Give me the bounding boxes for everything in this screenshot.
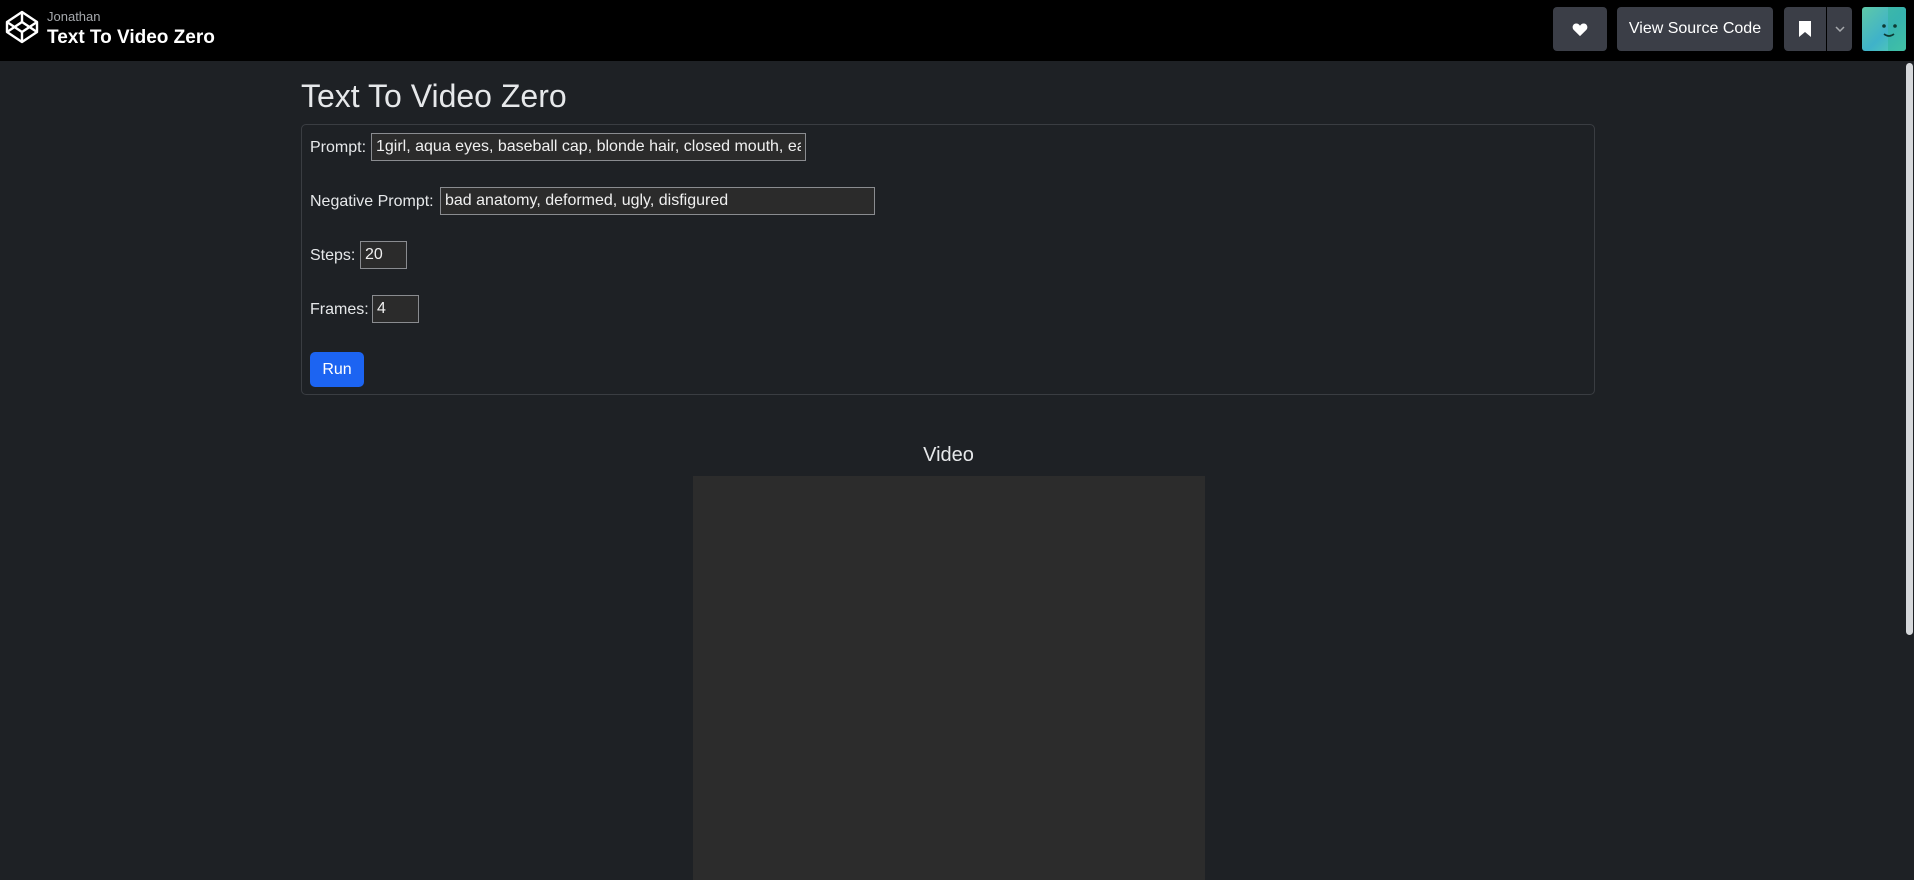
view-source-button[interactable]: View Source Code [1617,7,1773,51]
avatar-face-icon [1882,7,1906,51]
heart-icon [1572,22,1588,36]
steps-label: Steps: [310,247,356,264]
frames-input[interactable] [372,295,419,323]
love-button[interactable] [1553,7,1607,51]
run-button[interactable]: Run [310,352,364,387]
video-output[interactable] [693,476,1205,880]
prompt-input[interactable] [371,133,806,161]
page-scrollbar[interactable] [1904,61,1914,880]
bookmark-icon [1799,21,1811,37]
user-avatar[interactable] [1862,7,1906,51]
codepen-logo-icon[interactable] [4,9,40,45]
top-bar: Jonathan Text To Video Zero View Source … [0,0,1914,61]
page-heading: Text To Video Zero [301,78,567,114]
bookmark-dropdown-button[interactable] [1827,7,1852,51]
pen-title: Text To Video Zero [47,27,215,48]
negative-prompt-label: Negative Prompt: [310,193,434,210]
steps-input[interactable] [360,241,407,269]
frames-label: Frames: [310,301,369,318]
scrollbar-thumb[interactable] [1906,63,1913,635]
video-heading: Video [923,444,974,466]
negative-prompt-input[interactable] [440,187,875,215]
prompt-label: Prompt: [310,139,367,156]
author-name[interactable]: Jonathan [47,9,101,24]
bookmark-button[interactable] [1784,7,1826,51]
chevron-down-icon [1834,26,1845,32]
form-panel [301,124,1595,395]
